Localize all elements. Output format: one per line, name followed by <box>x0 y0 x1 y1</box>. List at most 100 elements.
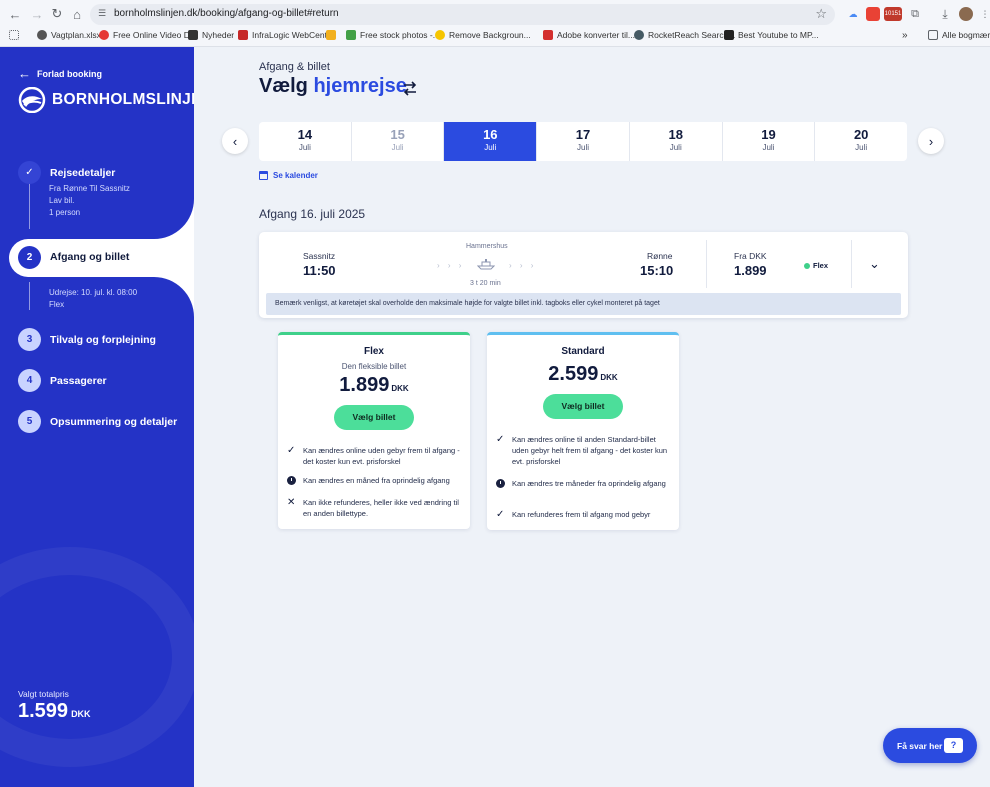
date-selector: 14 Juli 15 Juli 16 Juli 17 Juli 18 Juli 19 Jul… <box>259 122 907 161</box>
step-label: Afgang og billet <box>50 251 130 263</box>
divider <box>706 240 707 288</box>
trip-price: 1.899 <box>734 263 767 278</box>
step-rejsedetaljer[interactable]: ✓ Rejsedetaljer <box>18 161 115 184</box>
step-passagerer[interactable]: 4 Passagerer <box>18 369 107 392</box>
step-details: Fra Rønne Til Sassnitz Lav bil. 1 person <box>49 184 130 217</box>
bookmark-star-icon[interactable]: ☆ <box>815 6 827 22</box>
leave-booking-link[interactable]: ← Forlad booking <box>18 66 102 81</box>
decorative-swirl <box>0 547 194 767</box>
calendar-icon <box>259 171 268 180</box>
date-option[interactable]: 14 Juli <box>259 122 352 161</box>
address-bar[interactable]: ☰ bornholmslinjen.dk/booking/afgang-og-b… <box>90 4 835 25</box>
step-label: Passagerer <box>50 374 107 387</box>
step-afgang-og-billet[interactable]: 2 Afgang og billet <box>9 239 194 277</box>
destination-city: Rønne <box>647 251 673 261</box>
step-number: 3 <box>18 328 41 351</box>
bookmark-item[interactable]: Free Online Video D... <box>99 30 197 40</box>
date-option[interactable]: 18 Juli <box>630 122 723 161</box>
swap-direction-icon <box>403 81 417 96</box>
departure-time: 11:50 <box>303 263 336 278</box>
ticket-feature: ✕ Kan ikke refunderes, heller ikke ved æn… <box>287 497 459 518</box>
bookmark-item[interactable] <box>326 30 340 40</box>
date-option[interactable]: 17 Juli <box>537 122 630 161</box>
help-label: Få svar her <box>897 740 943 751</box>
all-bookmarks[interactable]: Alle bogmærke <box>928 30 990 40</box>
ticket-card-standard: Standard 2.599 DKK Vælg billet ✓ Kan ændre… <box>487 332 679 530</box>
reload-icon[interactable]: ↻ <box>48 5 66 23</box>
bookmark-item[interactable]: Vagtplan.xlsx <box>37 30 101 40</box>
ticket-name: Flex <box>363 346 384 357</box>
departure-heading: Afgang 16. juli 2025 <box>259 207 366 221</box>
menu-icon[interactable]: ⋮ <box>978 7 990 21</box>
help-chat-button[interactable]: Få svar her ? <box>883 728 977 763</box>
leave-booking-label: Forlad booking <box>37 68 102 79</box>
title-highlight: hjemrejse <box>313 75 407 97</box>
chevron-down-icon[interactable]: ⌄ <box>869 256 880 272</box>
step-opsummering[interactable]: 5 Opsummering og detaljer <box>18 410 177 433</box>
date-option[interactable]: 20 Juli <box>815 122 907 161</box>
url-text: bornholmslinjen.dk/booking/afgang-og-bil… <box>114 8 339 19</box>
home-icon[interactable]: ⌂ <box>68 5 86 23</box>
bookmark-item[interactable]: InfraLogic WebCenter <box>238 30 335 40</box>
bookmark-item[interactable]: RocketReach Search... <box>634 30 735 40</box>
arrival-time: 15:10 <box>640 263 674 278</box>
previous-dates-button[interactable]: ‹ <box>222 128 248 154</box>
profile-avatar[interactable] <box>959 7 973 21</box>
apps-icon[interactable] <box>9 30 23 40</box>
total-price-label: Valgt totalpris <box>18 689 69 699</box>
extension-icon[interactable] <box>866 7 880 21</box>
ticket-name: Standard <box>561 346 605 357</box>
clock-icon <box>287 476 296 485</box>
ticket-subtitle: Den fleksible billet <box>341 362 407 371</box>
departure-card[interactable]: Sassnitz 11:50 Hammershus › › › › › › 3 … <box>259 232 908 318</box>
ticket-feature: Kan ændres en måned fra oprindelig afgan… <box>287 475 465 486</box>
title-prefix: Vælg <box>259 75 308 97</box>
choose-ticket-button[interactable]: Vælg billet <box>334 405 414 430</box>
cross-icon: ✕ <box>287 497 296 508</box>
step-connector <box>29 282 30 310</box>
fare-tag: Flex <box>813 261 829 270</box>
choose-ticket-button[interactable]: Vælg billet <box>543 394 623 419</box>
main-content: Afgang & billet Vælg hjemrejse ‹ 14 Juli … <box>194 47 990 787</box>
bookmark-item[interactable]: Free stock photos -... <box>346 30 440 40</box>
logo-text: BORNHOLMSLINJEN <box>52 91 194 108</box>
step-number: 4 <box>18 369 41 392</box>
divider <box>851 240 852 288</box>
logo[interactable]: BORNHOLMSLINJEN <box>18 87 194 113</box>
see-calendar-link[interactable]: Se kalender <box>259 171 318 180</box>
check-icon: ✓ <box>18 161 41 184</box>
total-price-currency: DKK <box>71 709 91 719</box>
puzzle-icon[interactable]: ⧉ <box>908 7 922 21</box>
step-label: Opsummering og detaljer <box>50 415 178 428</box>
date-option[interactable]: 15 Juli <box>352 122 445 161</box>
step-number: 2 <box>18 246 41 269</box>
cloud-extension-icon[interactable]: ☁ <box>846 7 860 21</box>
clock-icon <box>496 479 505 488</box>
date-option[interactable]: 19 Juli <box>723 122 816 161</box>
bookmark-item[interactable]: Best Youtube to MP... <box>724 30 819 40</box>
download-icon[interactable]: ⤓ <box>938 7 952 21</box>
step-tilvalg[interactable]: 3 Tilvalg og forplejning <box>18 328 156 351</box>
back-icon[interactable]: ← <box>6 5 24 23</box>
bookmark-item[interactable]: Nyheder <box>188 30 234 40</box>
bookmark-item[interactable]: Remove Backgroun... <box>435 30 531 40</box>
bookmark-item[interactable]: Adobe konverter til... <box>543 30 635 40</box>
check-icon: ✓ <box>496 434 505 445</box>
page-subtitle: Afgang & billet <box>259 61 330 73</box>
logo-mark-icon <box>18 87 46 113</box>
check-icon: ✓ <box>496 509 505 520</box>
extension-badge[interactable]: 10151 <box>884 7 902 21</box>
ticket-feature: Kan ændres tre måneder fra oprindelig af… <box>496 478 674 489</box>
next-dates-button[interactable]: › <box>918 128 944 154</box>
forward-icon[interactable]: → <box>28 5 46 23</box>
bookmarks-overflow-icon[interactable]: » <box>902 30 908 41</box>
ship-name: Hammershus <box>466 243 508 250</box>
page-title: Vælg hjemrejse <box>259 75 407 98</box>
origin-city: Sassnitz <box>303 251 336 261</box>
step-label: Tilvalg og forplejning <box>50 333 156 346</box>
site-info-icon[interactable]: ☰ <box>98 8 106 19</box>
chat-question-icon: ? <box>944 738 963 753</box>
fare-dot-icon <box>804 263 810 269</box>
date-option-selected[interactable]: 16 Juli <box>444 122 538 161</box>
booking-sidebar: ← Forlad booking BORNHOLMSLINJEN ✓ Rejse… <box>0 47 194 787</box>
